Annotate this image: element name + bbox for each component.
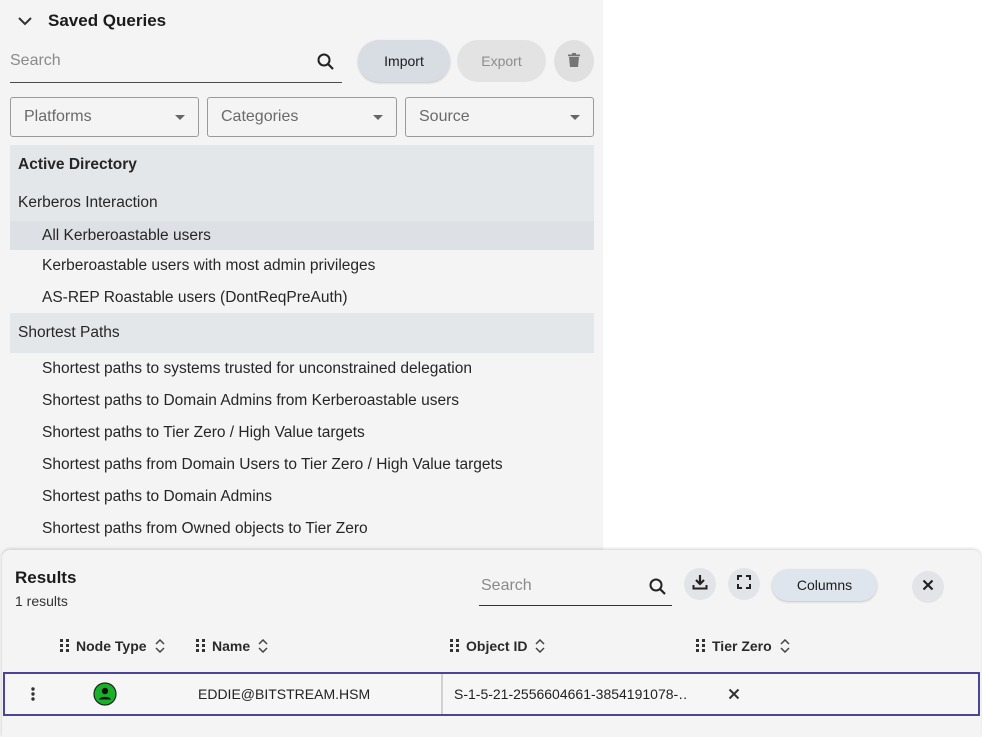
close-icon — [922, 578, 934, 596]
drag-handle-icon[interactable] — [196, 639, 206, 653]
download-button[interactable] — [684, 568, 716, 600]
import-button[interactable]: Import — [358, 40, 450, 82]
list-item[interactable]: All Kerberoastable users — [10, 221, 594, 250]
column-header-label: Name — [212, 638, 251, 654]
results-title: Results — [15, 568, 77, 587]
sort-icon[interactable] — [535, 638, 545, 654]
column-header-name[interactable]: Name — [196, 636, 268, 656]
list-subgroup-kerberos-interaction[interactable]: Kerberos Interaction — [10, 185, 594, 221]
results-panel: Results 1 results Columns Node Type Name… — [2, 550, 981, 737]
saved-queries-header[interactable]: Saved Queries — [16, 8, 166, 34]
search-input[interactable] — [10, 48, 300, 74]
list-group-active-directory[interactable]: Active Directory — [10, 145, 594, 185]
cell-object-id: S-1-5-21-2556604661-3854191078-… — [441, 674, 688, 714]
list-item[interactable]: AS-REP Roastable users (DontReqPreAuth) — [10, 282, 594, 314]
chevron-down-icon[interactable] — [16, 12, 34, 30]
row-menu-icon[interactable] — [25, 674, 41, 714]
drag-handle-icon[interactable] — [60, 639, 70, 653]
cell-name: EDDIE@BITSTREAM.HSM — [198, 686, 371, 702]
x-icon — [725, 674, 743, 714]
sort-icon[interactable] — [155, 638, 165, 654]
categories-select[interactable]: Categories — [207, 97, 397, 137]
search-icon[interactable] — [316, 52, 336, 72]
drag-handle-icon[interactable] — [696, 639, 706, 653]
results-search-input[interactable] — [481, 574, 641, 598]
platforms-select[interactable]: Platforms — [10, 97, 199, 137]
fullscreen-icon — [737, 574, 751, 594]
list-group-shortest-paths[interactable]: Shortest Paths — [10, 313, 594, 353]
source-select-label: Source — [419, 108, 470, 125]
column-header-object-id[interactable]: Object ID — [450, 636, 545, 656]
saved-queries-search — [10, 42, 342, 83]
panel-title: Saved Queries — [48, 11, 167, 30]
results-search — [479, 570, 672, 606]
list-item[interactable]: Shortest paths from Owned objects to Tie… — [10, 513, 594, 545]
close-results-button[interactable] — [912, 571, 944, 603]
trash-icon — [568, 52, 580, 70]
list-item[interactable]: Shortest paths to Domain Admins from Ker… — [10, 385, 594, 417]
sort-icon[interactable] — [780, 638, 790, 654]
delete-button[interactable] — [554, 40, 594, 82]
source-select[interactable]: Source — [405, 97, 594, 137]
search-icon[interactable] — [648, 577, 668, 597]
list-item[interactable]: Shortest paths to Domain Admins — [10, 481, 594, 513]
column-header-label: Object ID — [466, 638, 528, 654]
export-button[interactable]: Export — [457, 40, 546, 82]
download-icon — [692, 574, 708, 595]
dropdown-arrow-icon — [175, 115, 185, 120]
drag-handle-icon[interactable] — [450, 639, 460, 653]
expand-button[interactable] — [728, 568, 760, 600]
results-count: 1 results — [15, 593, 68, 609]
column-header-tier-zero[interactable]: Tier Zero — [696, 636, 790, 656]
platforms-select-label: Platforms — [24, 108, 92, 125]
sort-icon[interactable] — [258, 638, 268, 654]
list-item[interactable]: Shortest paths from Domain Users to Tier… — [10, 449, 594, 481]
list-item[interactable]: Kerberoastable users with most admin pri… — [10, 250, 594, 282]
columns-button[interactable]: Columns — [772, 569, 877, 601]
table-row[interactable]: EDDIE@BITSTREAM.HSM S-1-5-21-2556604661-… — [3, 672, 980, 716]
dropdown-arrow-icon — [373, 115, 383, 120]
user-icon — [93, 674, 117, 714]
list-item[interactable]: Shortest paths to systems trusted for un… — [10, 353, 594, 385]
column-header-label: Tier Zero — [712, 638, 772, 654]
column-header-node-type[interactable]: Node Type — [60, 636, 165, 656]
categories-select-label: Categories — [221, 108, 299, 125]
list-item[interactable]: Shortest paths to Tier Zero / High Value… — [10, 417, 594, 449]
column-header-label: Node Type — [76, 638, 147, 654]
dropdown-arrow-icon — [570, 115, 580, 120]
